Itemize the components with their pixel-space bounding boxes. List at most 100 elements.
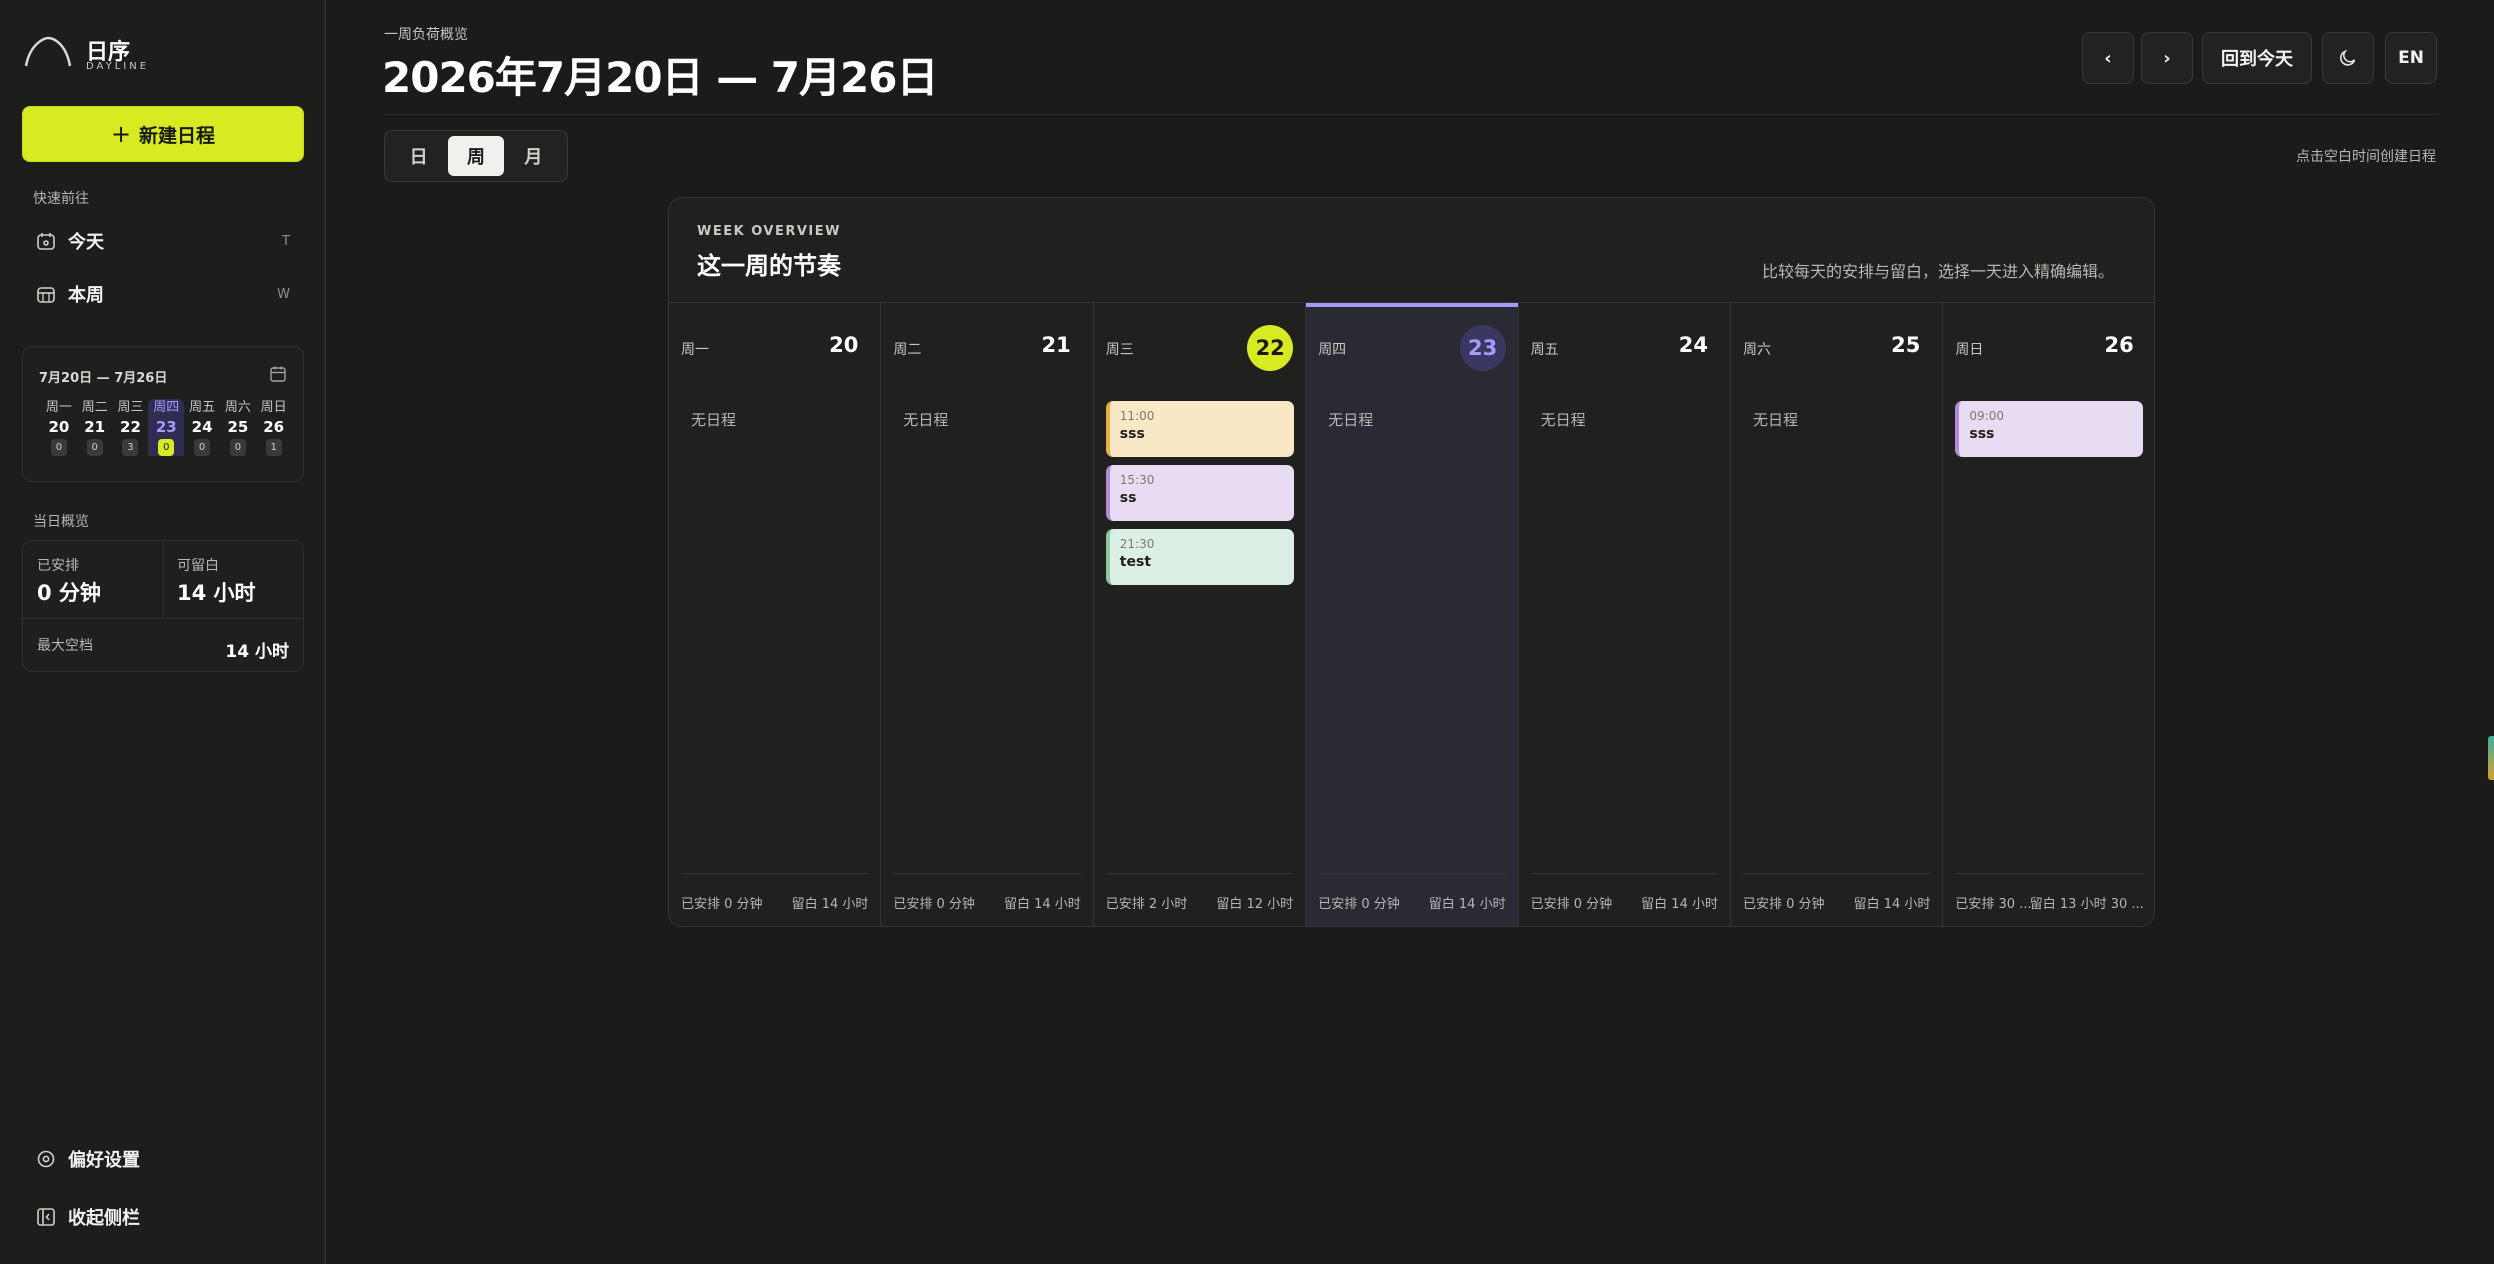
mini-day[interactable]: 周日 26 1 (256, 399, 292, 456)
event-card[interactable]: 21:30 test (1105, 529, 1294, 585)
edge-widget-handle[interactable] (2488, 736, 2494, 780)
back-to-today-button[interactable]: 回到今天 (2202, 32, 2312, 84)
mini-day-count: 0 (229, 439, 246, 456)
week-overview-board: WEEK OVERVIEW 这一周的节奏 比较每天的安排与留白，选择一天进入精确… (668, 197, 2155, 927)
event-time: 11:00 (1119, 409, 1155, 423)
footer-divider (893, 873, 1081, 874)
day-free: 留白 14 小时 (1853, 897, 1931, 912)
plus-icon: + (110, 120, 132, 148)
event-time: 21:30 (1119, 537, 1155, 551)
mini-day-number: 23 (155, 418, 177, 436)
day-scheduled: 已安排 0 分钟 (1743, 897, 1825, 912)
empty-label: 无日程 (1540, 411, 1586, 429)
free-value: 14 小时 (177, 581, 256, 605)
event-title: test (1119, 554, 1152, 570)
theme-toggle-button[interactable] (2322, 32, 2374, 84)
day-column-fri[interactable]: 周五 24 无日程 已安排 0 分钟 留白 14 小时 (1519, 303, 1731, 926)
mini-day-today[interactable]: 周四 23 0 (148, 399, 185, 456)
day-free: 留白 14 小时 (1641, 897, 1718, 912)
nav-today[interactable]: 今天 T (22, 219, 304, 263)
next-week-button[interactable]: › (2141, 32, 2193, 84)
empty-label: 无日程 (1328, 411, 1374, 429)
calendar-picker-icon[interactable] (269, 365, 287, 383)
max-gap-label: 最大空档 (37, 638, 93, 654)
preferences-button[interactable]: 偏好设置 (22, 1137, 304, 1181)
collapse-sidebar-label: 收起侧栏 (68, 1208, 140, 1229)
chevron-right-icon: › (2163, 47, 2171, 69)
mini-day-weekday: 周四 (153, 400, 180, 415)
event-time: 09:00 (1969, 409, 2004, 423)
day-number: 21 (1041, 333, 1071, 357)
event-card[interactable]: 15:30 ss (1105, 465, 1294, 521)
collapse-sidebar-button[interactable]: 收起侧栏 (22, 1195, 304, 1239)
event-card[interactable]: 09:00 sss (1955, 401, 2144, 457)
day-free: 留白 13 小时 30 ... (2029, 897, 2144, 912)
day-column-thu-today[interactable]: 周四 23 无日程 已安排 0 分钟 留白 14 小时 (1306, 303, 1519, 926)
mini-day-weekday: 周二 (81, 400, 108, 415)
view-month-button[interactable]: 月 (506, 136, 561, 176)
mini-day[interactable]: 周六 25 0 (220, 399, 256, 456)
day-column-sun[interactable]: 周日 26 09:00 sss 已安排 30 ... 留白 13 小时 30 .… (1943, 303, 2154, 926)
stat-divider (163, 541, 164, 618)
day-column-wed[interactable]: 周三 22 11:00 sss 15:30 ss 21:30 test 已安排 … (1094, 303, 1307, 926)
view-switch: 日 周 月 (384, 130, 568, 182)
mini-day-weekday: 周一 (45, 400, 72, 415)
prev-week-button[interactable]: ‹ (2082, 32, 2134, 84)
day-number: 26 (2104, 333, 2134, 357)
board-title: 这一周的节奏 (697, 252, 841, 280)
nav-this-week[interactable]: 本周 W (22, 272, 304, 316)
page-title: 2026年7月20日 — 7月26日 (382, 53, 938, 102)
mini-day-count: 0 (50, 439, 67, 456)
header-divider (384, 114, 2438, 115)
footer-divider (681, 873, 869, 874)
day-free: 留白 14 小时 (1428, 897, 1506, 912)
day-weekday: 周六 (1743, 342, 1771, 358)
view-week-button[interactable]: 周 (448, 136, 504, 176)
mini-day-count: 0 (194, 439, 211, 456)
mini-day-number: 20 (48, 418, 70, 436)
day-weekday: 周日 (1955, 342, 1984, 358)
day-weekday: 周二 (893, 342, 922, 358)
footer-divider (1318, 873, 1506, 874)
new-event-button[interactable]: + 新建日程 (22, 106, 304, 162)
day-number: 25 (1891, 333, 1921, 357)
view-day-button[interactable]: 日 (391, 136, 446, 176)
nav-today-shortcut: T (282, 233, 290, 249)
sidebar: 日序 DAYLINE + 新建日程 快速前往 今天 T 本周 W 7月20日 —… (0, 0, 326, 1264)
day-weekday: 周五 (1530, 342, 1559, 358)
mini-day-weekday: 周三 (117, 400, 144, 415)
day-weekday: 周四 (1318, 342, 1347, 358)
day-number: 24 (1678, 333, 1708, 357)
day-weekday: 周三 (1105, 342, 1134, 358)
mini-day-number: 26 (263, 418, 285, 436)
mini-day-count: 3 (122, 439, 139, 456)
calendar-today-icon (37, 233, 55, 250)
event-card[interactable]: 11:00 sss (1105, 401, 1294, 457)
stat-divider (23, 618, 303, 619)
day-column-mon[interactable]: 周一 20 无日程 已安排 0 分钟 留白 14 小时 (669, 303, 882, 926)
mini-day[interactable]: 周五 24 0 (184, 399, 220, 456)
board-overline: WEEK OVERVIEW (697, 224, 841, 239)
mini-day[interactable]: 周一 20 0 (41, 399, 77, 456)
calendar-week-icon (37, 287, 55, 303)
footer-divider (1530, 873, 1718, 874)
mini-calendar-range: 7月20日 — 7月26日 (39, 371, 168, 386)
mini-day[interactable]: 周三 22 3 (113, 399, 149, 456)
day-column-sat[interactable]: 周六 25 无日程 已安排 0 分钟 留白 14 小时 (1731, 303, 1944, 926)
day-scheduled: 已安排 30 ... (1955, 897, 2032, 912)
mini-day-weekday: 周五 (189, 400, 216, 415)
mini-calendar: 7月20日 — 7月26日 周一 20 0 周二 21 0 周三 22 3 周四 23 0 周五… (22, 346, 304, 482)
event-time: 15:30 (1119, 473, 1155, 487)
day-scheduled: 已安排 2 小时 (1105, 897, 1188, 912)
day-free: 留白 14 小时 (791, 897, 869, 912)
day-summary-label: 当日概览 (33, 514, 89, 530)
language-button[interactable]: EN (2385, 32, 2437, 84)
mini-day[interactable]: 周二 21 0 (77, 399, 113, 456)
day-column-tue[interactable]: 周二 21 无日程 已安排 0 分钟 留白 14 小时 (881, 303, 1094, 926)
new-event-label: 新建日程 (139, 124, 216, 147)
scheduled-label: 已安排 (37, 558, 79, 574)
footer-divider (1743, 873, 1931, 874)
mini-day-count: 0 (86, 439, 103, 456)
day-scheduled: 已安排 0 分钟 (1530, 897, 1613, 912)
day-number-today: 23 (1459, 325, 1506, 371)
